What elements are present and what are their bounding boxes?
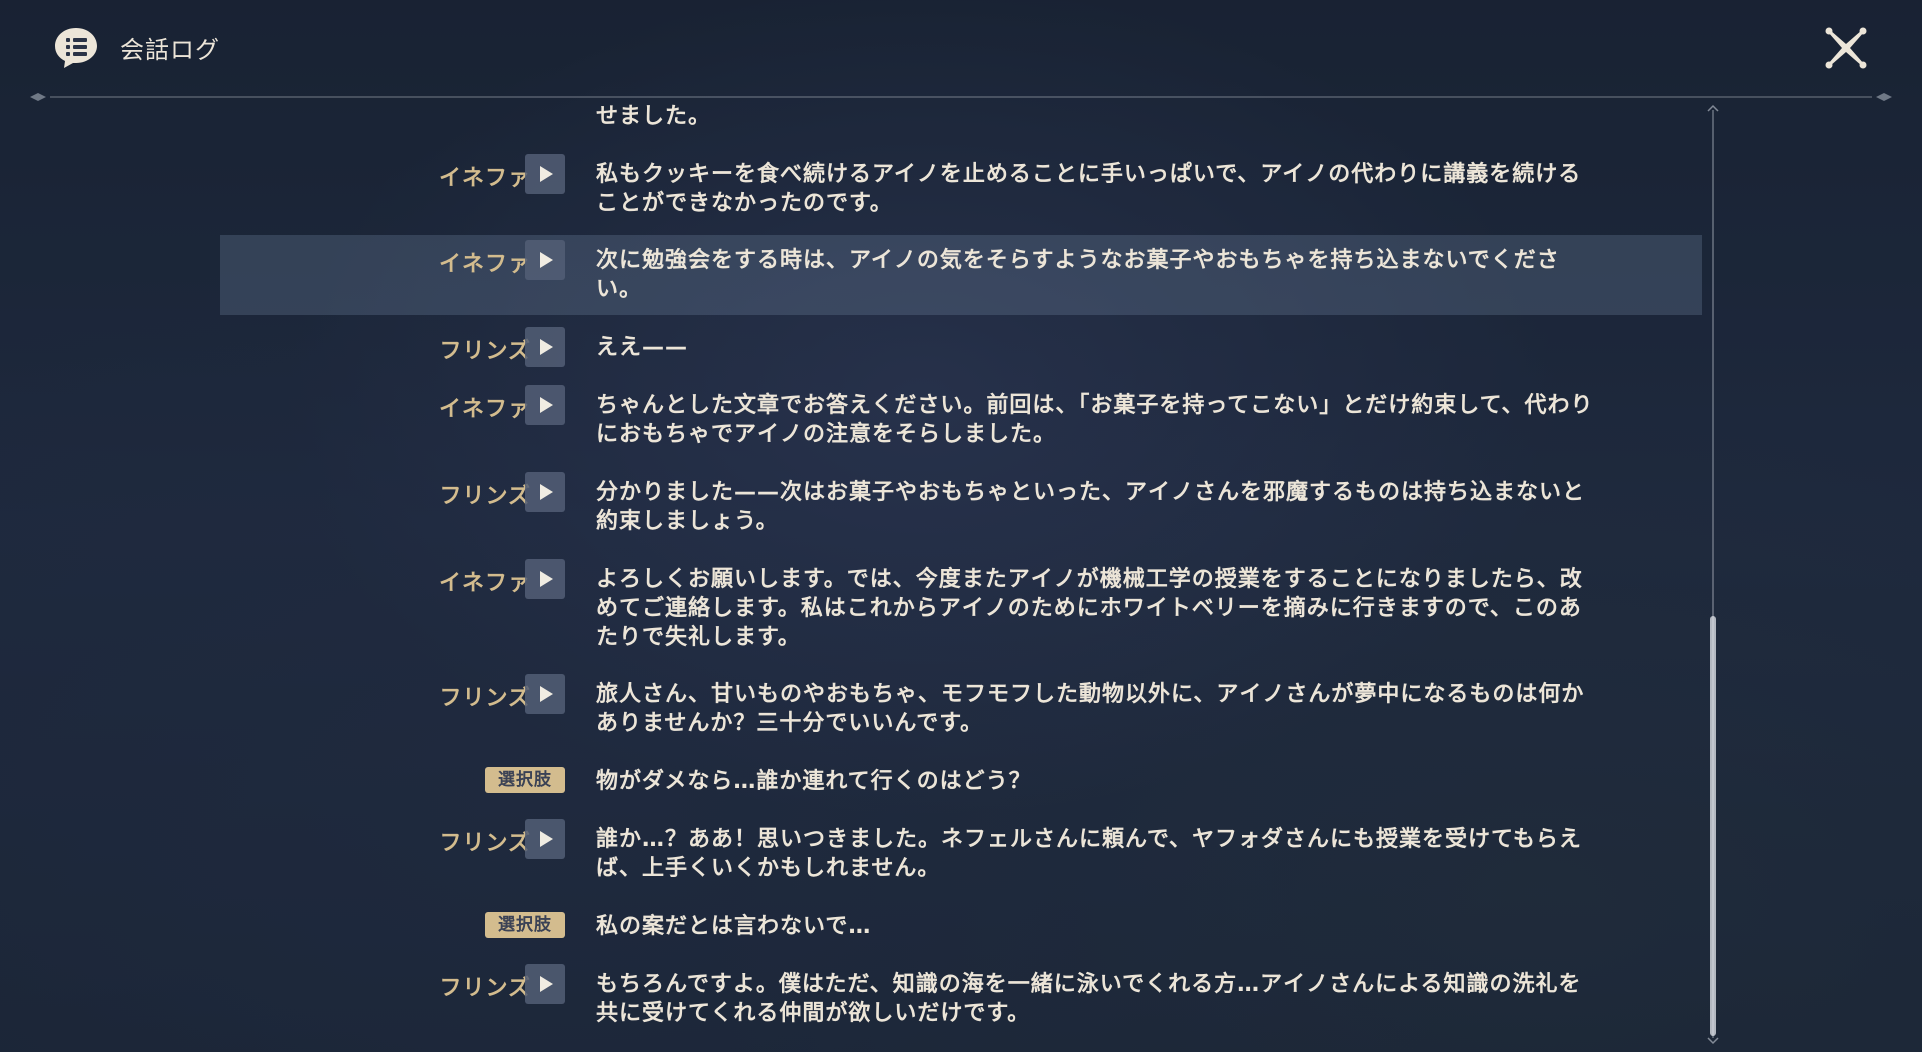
scrollbar-thumb[interactable] bbox=[1710, 616, 1716, 1036]
scrollbar-bottom-cap-icon bbox=[1707, 1037, 1719, 1045]
play-voice-button[interactable] bbox=[525, 240, 565, 280]
log-entry-text: ちゃんとした文章でお答えください。前回は、「お菓子を持ってこない」とだけ約束して… bbox=[596, 393, 1594, 447]
choice-tag: 選択肢 bbox=[485, 912, 565, 938]
play-voice-button[interactable] bbox=[525, 154, 565, 194]
speaker-name: イネファ bbox=[438, 252, 531, 277]
log-entry: イネファ ちゃんとした文章でお答えください。前回は、「お菓子を持ってこない」とだ… bbox=[220, 385, 1702, 453]
log-entry: フリンズ 誰か…？ああ！思いつきました。ネフェルさんに頼んで、ヤフォダさんにも授… bbox=[220, 819, 1702, 887]
log-entry-choice: 選択肢 私の案だとは言わないで… bbox=[220, 912, 1702, 944]
header: 会話ログ bbox=[0, 0, 1922, 101]
log-entry: イネファ よろしくお願いします。では、今度またアイノが機械工学の授業をすることに… bbox=[220, 559, 1702, 657]
log-entry-text: よろしくお願いします。では、今度またアイノが機械工学の授業をすることになりました… bbox=[596, 567, 1583, 650]
log-entry-text: 旅人さん、甘いものやおもちゃ、モフモフした動物以外に、アイノさんが夢中になるもの… bbox=[596, 682, 1585, 736]
speaker-name: フリンズ bbox=[439, 339, 531, 364]
log-entry-text: 物がダメなら…誰か連れて行くのはどう？ bbox=[596, 769, 1032, 794]
log-entry: せました。 bbox=[220, 102, 1702, 132]
speaker-name: イネファ bbox=[438, 166, 531, 191]
play-voice-button[interactable] bbox=[525, 327, 565, 367]
log-entry-selected: イネファ 次に勉強会をする時は、アイノの気をそらすようなお菓子やおもちゃを持ち込… bbox=[220, 235, 1702, 315]
speaker-name: フリンズ bbox=[439, 831, 531, 856]
choice-tag: 選択肢 bbox=[485, 767, 565, 793]
log-entry-text: 次に勉強会をする時は、アイノの気をそらすようなお菓子やおもちゃを持ち込まないでく… bbox=[596, 248, 1560, 302]
log-entry: フリンズ 旅人さん、甘いものやおもちゃ、モフモフした動物以外に、アイノさんが夢中… bbox=[220, 674, 1702, 742]
log-entry-text: もちろんですよ。僕はただ、知識の海を一緒に泳いでくれる方…アイノさんによる知識の… bbox=[596, 972, 1582, 1026]
play-voice-button[interactable] bbox=[525, 472, 565, 512]
speaker-name: フリンズ bbox=[439, 484, 531, 509]
play-voice-button[interactable] bbox=[525, 819, 565, 859]
dialogue-log[interactable]: せました。 イネファ 私もクッキーを食べ続けるアイノを止めることに手いっぱいで、… bbox=[0, 100, 1922, 1052]
log-entry-text: 私もクッキーを食べ続けるアイノを止めることに手いっぱいで、アイノの代わりに講義を… bbox=[596, 162, 1582, 216]
log-entry: フリンズ 分かりました——次はお菓子やおもちゃといった、アイノさんを邪魔するもの… bbox=[220, 472, 1702, 540]
log-entry-choice: 選択肢 物がダメなら…誰か連れて行くのはどう？ bbox=[220, 767, 1702, 799]
play-voice-button[interactable] bbox=[525, 385, 565, 425]
speaker-name: イネファ bbox=[438, 397, 531, 422]
chat-log-icon bbox=[55, 28, 97, 68]
log-entry: イネファ 私もクッキーを食べ続けるアイノを止めることに手いっぱいで、アイノの代わ… bbox=[220, 154, 1702, 222]
play-voice-button[interactable] bbox=[525, 964, 565, 1004]
log-entry-text: 私の案だとは言わないで… bbox=[596, 914, 872, 939]
log-entry-text: せました。 bbox=[596, 104, 712, 129]
log-entry-text: ええ—— bbox=[596, 335, 689, 360]
page-title: 会話ログ bbox=[120, 36, 220, 64]
log-entry: フリンズ もちろんですよ。僕はただ、知識の海を一緒に泳いでくれる方…アイノさんに… bbox=[220, 964, 1702, 1032]
speaker-name: イネファ bbox=[438, 571, 531, 596]
speaker-name: フリンズ bbox=[439, 686, 531, 711]
log-entry: フリンズ ええ—— bbox=[220, 327, 1702, 367]
log-entry-text: 誰か…？ああ！思いつきました。ネフェルさんに頼んで、ヤフォダさんにも授業を受けて… bbox=[596, 827, 1582, 881]
play-voice-button[interactable] bbox=[525, 674, 565, 714]
close-icon[interactable] bbox=[1824, 26, 1868, 70]
log-entry-text: 分かりました——次はお菓子やおもちゃといった、アイノさんを邪魔するものは持ち込ま… bbox=[596, 480, 1586, 534]
speaker-name: フリンズ bbox=[439, 976, 531, 1001]
play-voice-button[interactable] bbox=[525, 559, 565, 599]
